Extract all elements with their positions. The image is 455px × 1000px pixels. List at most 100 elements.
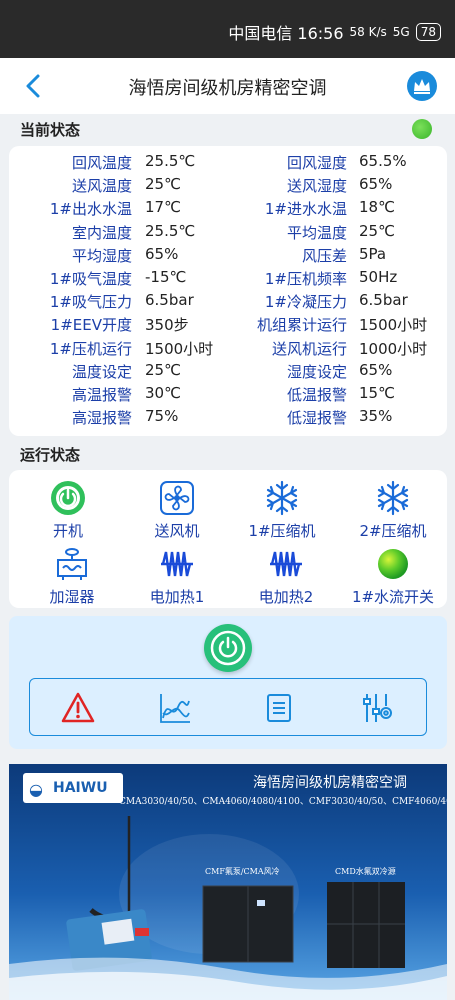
param-value: 65% <box>359 175 393 194</box>
param-value: 6.5bar <box>145 291 194 310</box>
device-label: 1#水流开关 <box>351 588 435 606</box>
device-heater-2: 电加热2 <box>231 546 341 607</box>
banner-illustration <box>9 816 447 1000</box>
run-status-title: 运行状态 <box>20 446 81 464</box>
settings-icon[interactable] <box>360 691 394 725</box>
param-value: 350步 <box>145 316 189 335</box>
param-value: 25℃ <box>359 221 395 240</box>
heater-icon <box>159 546 195 582</box>
param-label: 平均温度 <box>286 223 347 242</box>
param-value: 25℃ <box>145 360 181 379</box>
alarm-icon[interactable] <box>61 691 95 725</box>
param-value: 30℃ <box>145 384 181 402</box>
param-label: 1#吸气温度 <box>49 270 132 288</box>
param-label: 回风温度 <box>71 154 132 172</box>
param-value: 35% <box>359 407 393 426</box>
device-label: 2#压缩机 <box>359 522 427 540</box>
param-value: 5Pa <box>359 244 387 263</box>
system-status-bar: 中国电信 16:56 58 K/s 5G 78 <box>0 0 455 58</box>
carrier-time: 中国电信 16:56 <box>228 24 344 43</box>
current-status-title: 当前状态 <box>20 121 81 139</box>
battery-icon: 78 <box>415 23 441 41</box>
device-compressor-1: 1#压缩机 <box>227 480 337 541</box>
toolbar <box>29 678 427 736</box>
list-icon[interactable] <box>262 691 296 725</box>
param-row: 1#出水水温 17℃ 1#进水水温 18℃ <box>9 198 447 221</box>
param-value: 17℃ <box>145 198 181 217</box>
param-label: 送风机运行 <box>271 339 347 358</box>
param-row: 1#压机运行 1500小时 送风机运行 1000小时 <box>9 338 447 361</box>
device-power: 开机 <box>13 480 123 541</box>
page-title: 海悟房间级机房精密空调 <box>128 78 327 99</box>
device-water-flow-switch: 1#水流开关 <box>338 546 448 607</box>
param-label: 1#出水水温 <box>49 200 132 219</box>
param-label: 风压差 <box>301 246 347 265</box>
param-label: 温度设定 <box>71 362 132 381</box>
param-label: 1#冷凝压力 <box>264 293 347 312</box>
snowflake-icon <box>264 480 300 516</box>
chart-icon[interactable] <box>158 691 192 725</box>
param-value: 15℃ <box>359 384 395 402</box>
param-value: 6.5bar <box>359 291 408 310</box>
param-value: 65.5% <box>359 152 407 170</box>
param-label: 1#压机运行 <box>49 339 132 358</box>
device-label: 1#压缩机 <box>248 522 316 540</box>
param-label: 低湿报警 <box>286 409 347 428</box>
online-status-dot <box>412 119 432 139</box>
param-value: 18℃ <box>359 198 395 217</box>
param-label: 回风湿度 <box>286 154 347 172</box>
param-label: 1#吸气压力 <box>49 293 132 312</box>
param-row: 送风温度 25℃ 送风湿度 65% <box>9 175 447 198</box>
params-card: 回风温度 25.5℃ 回风湿度 65.5% 送风温度 25℃ 送风湿度 65% 1#出水水温 17… <box>9 146 447 436</box>
param-value: -15℃ <box>145 268 187 286</box>
device-heater-1: 电加热1 <box>122 546 232 607</box>
param-value: 25.5℃ <box>145 221 196 240</box>
control-panel <box>9 616 447 749</box>
device-fan: 送风机 <box>122 480 232 541</box>
param-row: 1#吸气温度 -15℃ 1#压机频率 50Hz <box>9 268 447 291</box>
param-value: 65% <box>359 360 393 379</box>
param-label: 送风湿度 <box>286 177 347 196</box>
power-on-icon <box>50 480 86 516</box>
param-value: 1500小时 <box>359 316 428 335</box>
param-label: 平均湿度 <box>71 246 132 265</box>
device-label: 开机 <box>52 522 83 540</box>
fan-icon <box>159 480 195 516</box>
device-humidifier: 加湿器 <box>17 546 127 607</box>
device-compressor-2: 2#压缩机 <box>338 480 448 541</box>
snowflake-icon <box>375 480 411 516</box>
param-row: 1#EEV开度 350步 机组累计运行 1500小时 <box>9 314 447 337</box>
app-header: 海悟房间级机房精密空调 <box>0 58 455 114</box>
param-row: 温度设定 25℃ 湿度设定 65% <box>9 361 447 384</box>
device-label: 送风机 <box>154 522 200 540</box>
param-value: 75% <box>145 407 179 426</box>
param-row: 1#吸气压力 6.5bar 1#冷凝压力 6.5bar <box>9 291 447 314</box>
net-speed: 58 K/s <box>349 25 387 39</box>
humidifier-icon <box>54 546 90 582</box>
param-row: 室内温度 25.5℃ 平均温度 25℃ <box>9 222 447 245</box>
param-label: 1#压机频率 <box>264 270 347 288</box>
device-label: 加湿器 <box>49 588 95 606</box>
param-value: 65% <box>145 244 179 263</box>
crown-icon[interactable] <box>407 71 437 101</box>
green-ball-icon <box>375 546 411 582</box>
devices-card: 开机 送风机 1#压缩机 2#压缩机 加湿器 电加热1 电加热2 1#水流开关 <box>9 470 447 608</box>
param-label: 低温报警 <box>286 386 347 404</box>
device-label: 电加热2 <box>258 588 314 606</box>
param-label: 送风温度 <box>71 177 132 196</box>
param-value: 25℃ <box>145 175 181 194</box>
param-label: 1#进水水温 <box>264 200 347 219</box>
param-label: 1#EEV开度 <box>50 316 132 335</box>
param-label: 室内温度 <box>71 223 132 242</box>
param-value: 50Hz <box>359 268 398 286</box>
param-row: 回风温度 25.5℃ 回风湿度 65.5% <box>9 152 447 175</box>
param-label: 高温报警 <box>71 386 132 404</box>
param-value: 1000小时 <box>359 339 428 358</box>
heater-icon <box>268 546 304 582</box>
param-row: 平均湿度 65% 风压差 5Pa <box>9 245 447 268</box>
param-row: 高湿报警 75% 低湿报警 35% <box>9 407 447 430</box>
param-label: 高湿报警 <box>71 409 132 428</box>
param-value: 1500小时 <box>145 339 214 358</box>
param-value: 25.5℃ <box>145 152 196 170</box>
power-button[interactable] <box>204 624 252 672</box>
